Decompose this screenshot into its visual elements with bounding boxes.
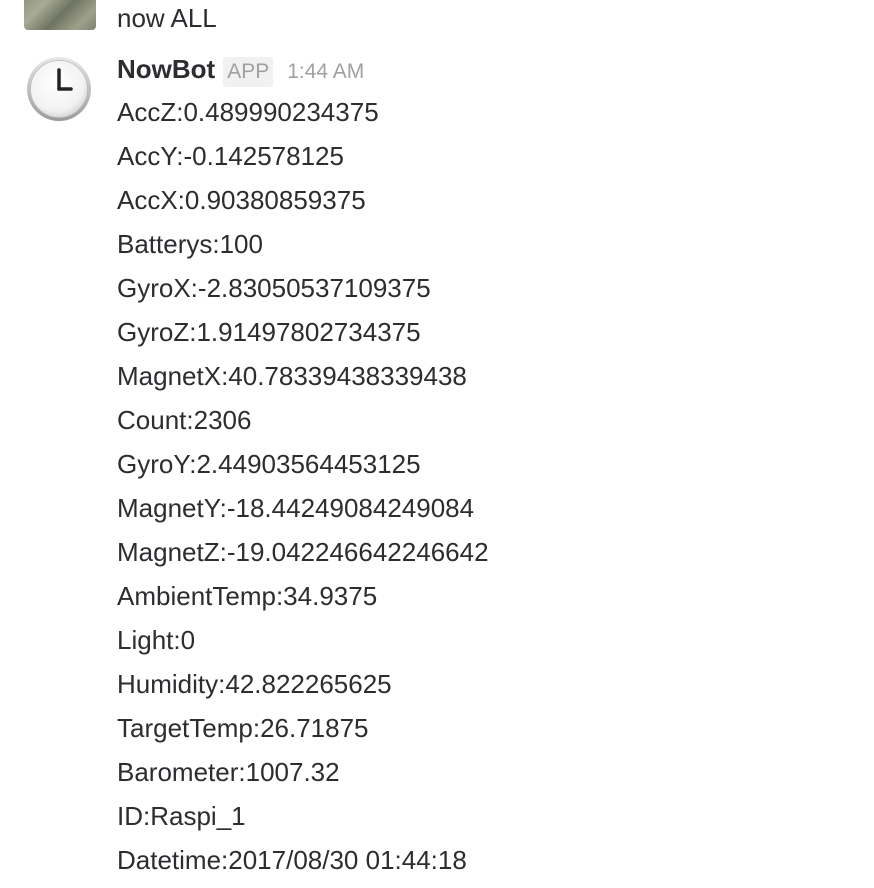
user-avatar[interactable] <box>24 0 96 30</box>
clock-icon[interactable] <box>26 56 92 122</box>
message-line: MagnetZ:-19.042246642246642 <box>117 537 489 567</box>
message-line: ID:Raspi_1 <box>117 801 246 831</box>
message-line: GyroX:-2.83050537109375 <box>117 273 431 303</box>
message-line: Humidity:42.822265625 <box>117 669 392 699</box>
message-line: Light:0 <box>117 625 196 655</box>
message-header: NowBot APP 1:44 AM <box>117 54 364 90</box>
message-line: MagnetX:40.78339438339438 <box>117 361 467 391</box>
app-badge: APP <box>223 57 274 87</box>
sender-name[interactable]: NowBot <box>117 54 215 84</box>
message-line: MagnetY:-18.44249084249084 <box>117 493 475 523</box>
message-line: AccY:-0.142578125 <box>117 141 344 171</box>
message-line: Count:2306 <box>117 405 252 435</box>
message-body: AccZ:0.489990234375 AccY:-0.142578125 Ac… <box>117 90 489 882</box>
previous-message: now ALL <box>0 0 874 40</box>
message-timestamp[interactable]: 1:44 AM <box>287 60 364 84</box>
previous-message-text: now ALL <box>117 3 217 33</box>
message-line: GyroY:2.44903564453125 <box>117 449 421 479</box>
message-line: AccX:0.90380859375 <box>117 185 366 215</box>
message-line: Batterys:100 <box>117 229 263 259</box>
message-line: Barometer:1007.32 <box>117 757 340 787</box>
message-line: AmbientTemp:34.9375 <box>117 581 378 611</box>
message-line: AccZ:0.489990234375 <box>117 97 379 127</box>
message-line: Datetime:2017/08/30 01:44:18 <box>117 845 467 875</box>
message-line: TargetTemp:26.71875 <box>117 713 369 743</box>
message-line: GyroZ:1.91497802734375 <box>117 317 421 347</box>
